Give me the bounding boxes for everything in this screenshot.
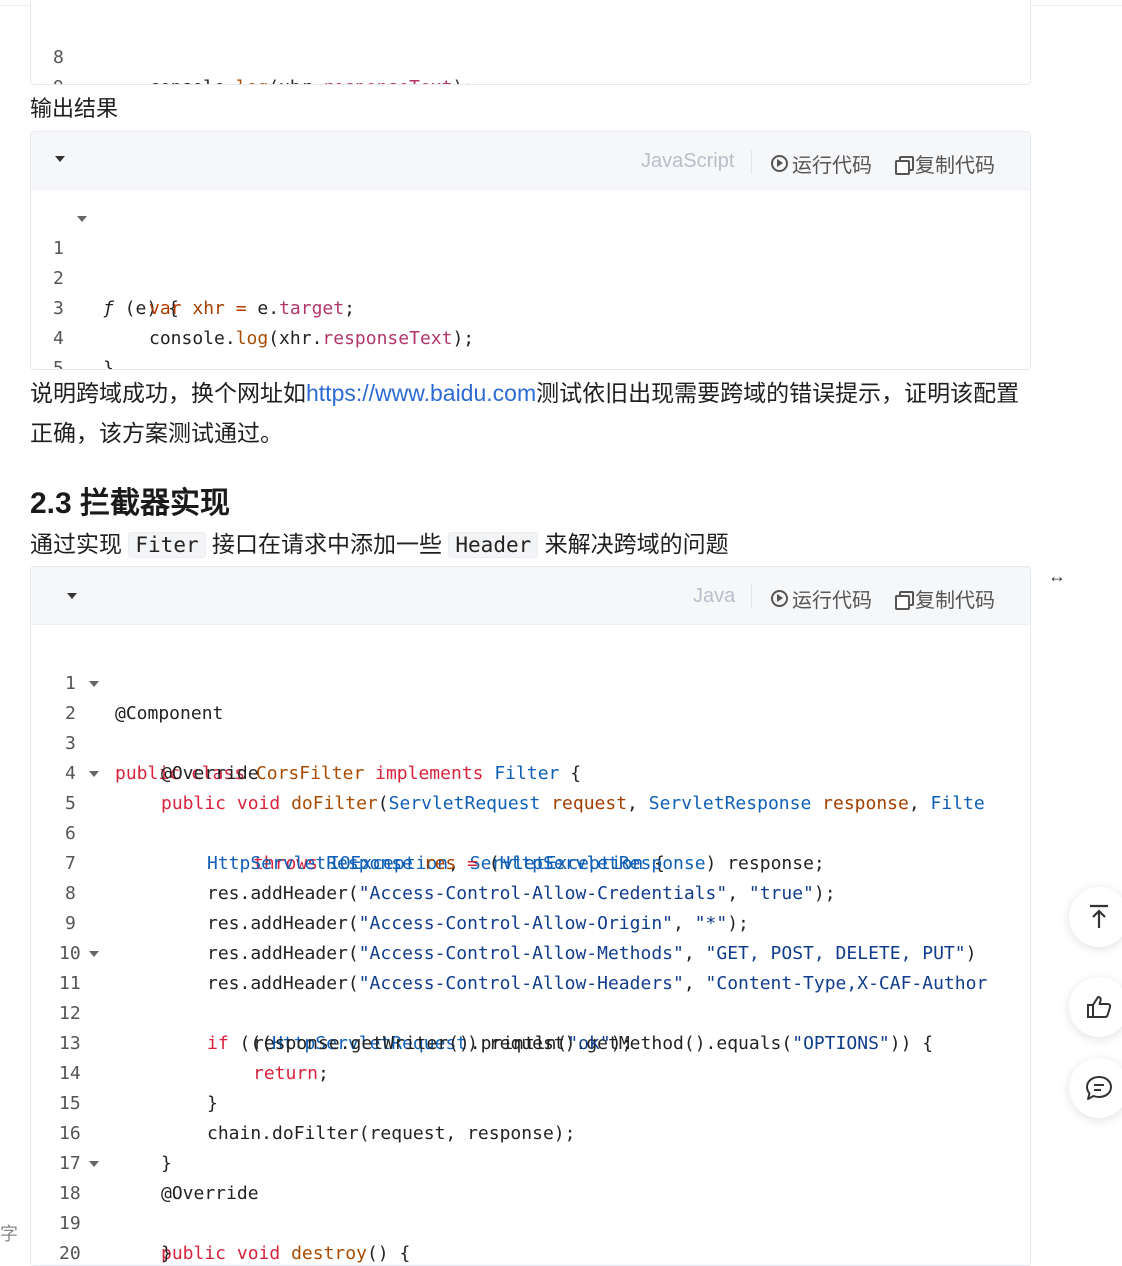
code-line: 4 }: [31, 294, 1030, 369]
code-line: 8 res.addHeader("Access-Control-Allow-Or…: [31, 849, 1030, 934]
code-line: 4 public void doFilter(ServletRequest re…: [31, 729, 1030, 814]
code-line: 19 }: [31, 1179, 1030, 1264]
code-line: 18 public void destroy() {: [31, 1149, 1030, 1264]
code-line: 9 res.addHeader("Access-Control-Allow-Me…: [31, 879, 1030, 964]
para-text: 接口在请求中添加一些: [212, 531, 442, 557]
fold-icon[interactable]: [89, 771, 99, 777]
para-text: 测试依旧出现需要跨域的错误提示，证明该配置: [536, 380, 1020, 406]
code-line: 11 if (((HttpServletRequest) request).ge…: [31, 939, 1030, 1054]
code-line: 5 throws IOException, ServletException {: [31, 759, 1030, 874]
arrow-to-top-icon: [1090, 904, 1108, 928]
code-toolbar: Java 运行代码 复制代码: [31, 567, 1030, 625]
code-line: 13 return;: [31, 999, 1030, 1084]
code-line: 15 chain.doFilter(request, response);: [31, 1059, 1030, 1144]
collapse-caret-icon[interactable]: [55, 156, 65, 162]
run-code-label: 运行代码: [792, 590, 872, 612]
para-text: 通过实现: [30, 531, 122, 557]
output-label: 输出结果: [30, 96, 119, 121]
copy-icon: [895, 590, 914, 610]
copy-code-button[interactable]: 复制代码: [895, 584, 995, 613]
code-line: 2 var xhr = e.target;: [31, 234, 1030, 319]
toolbar-divider: [751, 150, 752, 174]
code-toolbar: JavaScript 运行代码 复制代码: [31, 132, 1030, 190]
code-line: 7 res.addHeader("Access-Control-Allow-Cr…: [31, 819, 1030, 904]
inline-code: Header: [448, 532, 539, 558]
inline-code: Fiter: [128, 532, 206, 558]
code-block-output: JavaScript 运行代码 复制代码 1 ƒ (e) { 2 var xhr…: [30, 131, 1031, 370]
comment-button[interactable]: [1069, 1058, 1122, 1118]
code-text: console.log(xhr.responseText);: [149, 73, 474, 84]
fold-icon[interactable]: [89, 951, 99, 957]
run-code-label: 运行代码: [792, 155, 872, 177]
left-edge-char: 字: [0, 1224, 18, 1244]
section-heading: 2.3 拦截器实现: [30, 487, 231, 520]
copy-code-label: 复制代码: [915, 155, 995, 177]
intro-paragraph: 通过实现 Fiter 接口在请求中添加一些 Header 来解决跨域的问题: [30, 524, 729, 565]
line-number: 9: [53, 73, 64, 84]
line-number: 20: [59, 1243, 81, 1264]
play-icon: [771, 155, 788, 172]
code-text: }: [161, 1243, 172, 1264]
back-to-top-button[interactable]: [1069, 887, 1122, 947]
result-paragraph: 说明跨域成功，换个网址如https://www.baidu.com测试依旧出现需…: [30, 373, 1019, 453]
language-label: Java: [693, 585, 736, 607]
play-icon: [771, 590, 788, 607]
code-line: 3 @Override: [31, 699, 1030, 784]
run-code-button[interactable]: 运行代码: [771, 149, 872, 178]
baidu-link[interactable]: https://www.baidu.com: [306, 380, 536, 406]
like-button[interactable]: [1069, 977, 1122, 1037]
fold-icon[interactable]: [89, 1161, 99, 1167]
code-line: 10 res.addHeader("Access-Control-Allow-H…: [31, 909, 1030, 994]
code-line: 12 response.getWriter().println("ok");: [31, 969, 1030, 1054]
code-line: 1 ƒ (e) {: [31, 204, 1030, 319]
code-line: 3 console.log(xhr.responseText);: [31, 264, 1030, 349]
copy-code-label: 复制代码: [915, 590, 995, 612]
collapse-caret-icon[interactable]: [67, 593, 77, 599]
para-text: 正确，该方案测试通过。: [30, 420, 283, 446]
comment-icon: [1086, 1076, 1112, 1100]
fold-icon[interactable]: [77, 216, 87, 222]
code-block-tail: 8 console.log(xhr.responseText); 9 }: [30, 0, 1031, 85]
toolbar-divider: [751, 585, 752, 609]
code-text: public void destroy() {: [161, 1243, 411, 1264]
code-line: 9 }: [31, 43, 1030, 84]
copy-code-button[interactable]: 复制代码: [895, 149, 995, 178]
code-line: 20 @Override: [31, 1209, 1030, 1264]
code-line: 1 @Component: [31, 639, 1030, 724]
run-code-button[interactable]: 运行代码: [771, 584, 872, 613]
code-line: 2 public class CorsFilter implements Fil…: [31, 669, 1030, 784]
line-number: 5: [53, 358, 64, 370]
code-line: 8 console.log(xhr.responseText);: [31, 13, 1030, 84]
code-line: 14 }: [31, 1029, 1030, 1114]
para-text: 来解决跨域的问题: [544, 531, 729, 557]
code-line: 17 @Override: [31, 1119, 1030, 1204]
copy-icon: [895, 155, 914, 175]
code-line: 6 HttpServletResponse res = (HttpServlet…: [31, 789, 1030, 874]
thumb-up-icon: [1087, 996, 1112, 1018]
code-line: 16 }: [31, 1089, 1030, 1174]
para-text: 说明跨域成功，换个网址如: [30, 380, 306, 406]
code-text: }: [103, 358, 114, 370]
fold-icon[interactable]: [89, 681, 99, 687]
expand-width-icon[interactable]: ↔: [1048, 566, 1066, 587]
language-label: JavaScript: [641, 150, 735, 172]
code-line: 5 VM433:8 hello world --- 3: [31, 324, 1030, 369]
code-block-java: Java 运行代码 复制代码 1 @Component 2 public cla…: [30, 566, 1031, 1266]
